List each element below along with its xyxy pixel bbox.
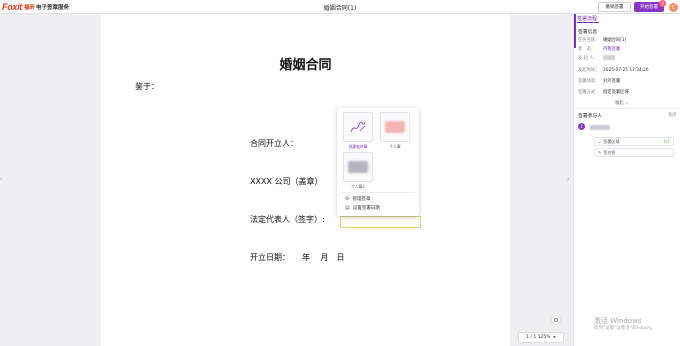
info-value: 对外签署 [603,79,621,84]
info-initiator: 发 起 人： [578,55,615,61]
user-avatar[interactable]: C [669,3,678,12]
calendar-icon: ▤ [345,205,350,211]
contract-title: 婚姻合同 [279,58,332,73]
info-key: 状 态： [578,47,596,52]
info-value: 指定签署区域 [603,90,629,95]
set-sign-date-label: 设置签署日期 [352,206,380,211]
info-start-time: 发起时间： 2025-07-25 17:34:26 [578,67,649,73]
zoom-text: 1 / 1 125% [526,335,551,340]
app-logo: Foxit 福昕 电子签章服务 [2,1,69,12]
document-title-text: 婚姻合同 [323,5,348,12]
personal-seal-2-label[interactable]: 个人章2 [340,184,376,190]
collapse-label: 收起 [615,101,624,106]
top-bar: Foxit 福昕 电子签章服务 婚姻合同(1) 撤销签署 开始签署 3 C [0,0,680,14]
sign-area-label: 签署区域 [603,138,620,144]
product-name: 电子签章服务 [36,4,70,11]
brand-cn-text: 福昕 [24,4,36,11]
info-key: 签署场景： [578,79,600,84]
info-value: 2025-07-25 17:34:26 [603,68,649,73]
initiator-blurred [603,55,615,60]
sign-process-panel: 签署流程 签署信息 任务名称： 婚姻合同(1) 状 态： 待我签署 发 起 人： 发… [573,14,680,346]
document-title-suffix: (1) [347,5,357,12]
foxit-logo-text: Foxit [2,1,22,12]
doc-line-representative: 法定代表人（签字）: [250,215,325,224]
participants-heading: 签署参与人 [578,114,602,119]
tab-sign-process[interactable]: 签署流程 [577,15,597,22]
sign-info-heading: 签署信息 [578,30,598,35]
info-key: 发 起 人： [578,56,598,61]
signer-index-badge: 1 [578,123,585,130]
collapse-right-icon[interactable]: › [567,176,569,183]
chevron-down-icon: ⌄ [598,139,602,144]
zoom-caret-icon[interactable]: ▸ [554,335,556,340]
signature-field[interactable] [340,216,421,228]
signature-pen-icon [350,121,366,133]
signature-box-row[interactable]: ✎ 签名框 [594,148,674,157]
info-value: 待我签署 [603,47,621,52]
create-temp-seal-tile[interactable] [343,112,373,142]
windows-activation-hint: 转到"设置"以激活 Windows。 [594,326,656,331]
doc-line-issuer: 合同开立人： [250,139,298,148]
info-status: 状 态： 待我签署 [578,46,620,52]
settings-gear-icon[interactable]: ⚙ [551,315,561,325]
document-title: 婚姻合同(1) [0,3,680,12]
signature-box-label: 签名框 [603,149,616,155]
personal-seal-tile[interactable] [380,112,410,142]
chevron-up-icon: ︿ [624,101,630,106]
panel-scrollbar[interactable] [574,14,576,48]
create-temp-seal-label[interactable]: 创建临时章 [340,144,376,150]
info-key: 发起时间： [578,68,600,73]
doc-line-date: 开立日期： 年 月 日 [250,253,345,262]
sign-area-count: 0/1 [663,139,670,144]
tab-underline [577,22,599,23]
info-value: 婚姻合同(1) [603,38,627,43]
personal-seal-image [385,121,405,133]
manage-seal-label: 管理签章 [352,197,371,202]
manage-seal-item[interactable]: ⚙ 管理签章 [345,196,370,202]
collapse-left-icon[interactable]: ‹ [0,176,2,183]
info-key: 任务名称： [578,38,600,43]
personal-seal-2-tile[interactable] [343,152,373,182]
personal-seal-label[interactable]: 个人章 [377,144,413,150]
panel-divider [574,108,680,109]
document-page: 婚姻合同 鉴于： 合同开立人： XXXX 公司（盖章） 法定代表人（签字）: 开… [101,14,510,346]
sign-area-row[interactable]: ⌄ 签署区域 0/1 [594,137,674,146]
gear-icon: ⚙ [345,196,350,202]
doc-line-whereas: 鉴于： [135,82,159,91]
order-label: 有序 [668,113,677,118]
personal-seal-2-image [348,161,368,173]
start-sign-badge: 3 [659,0,666,7]
doc-line-company: XXXX 公司（盖章） [250,177,323,186]
set-sign-date-item[interactable]: ▤ 设置签署日期 [345,205,380,211]
seal-picker-popup: 创建临时章 个人章 个人章2 ⚙ 管理签章 ▤ 设置签署日期 [337,108,419,216]
popup-divider [341,192,415,193]
revoke-sign-button[interactable]: 撤销签署 [598,2,631,12]
info-scene: 签署场景： 对外签署 [578,78,620,84]
signature-box-icon: ✎ [598,150,602,155]
info-key: 签署方式： [578,90,600,95]
collapse-info-button[interactable]: 收起 ︿ [615,100,629,106]
info-method: 签署方式： 指定签署区域 [578,89,629,95]
zoom-control[interactable]: 1 / 1 125% ▸ [518,332,564,343]
info-task-name: 任务名称： 婚姻合同(1) [578,37,626,43]
signer-name-blurred [590,125,610,130]
